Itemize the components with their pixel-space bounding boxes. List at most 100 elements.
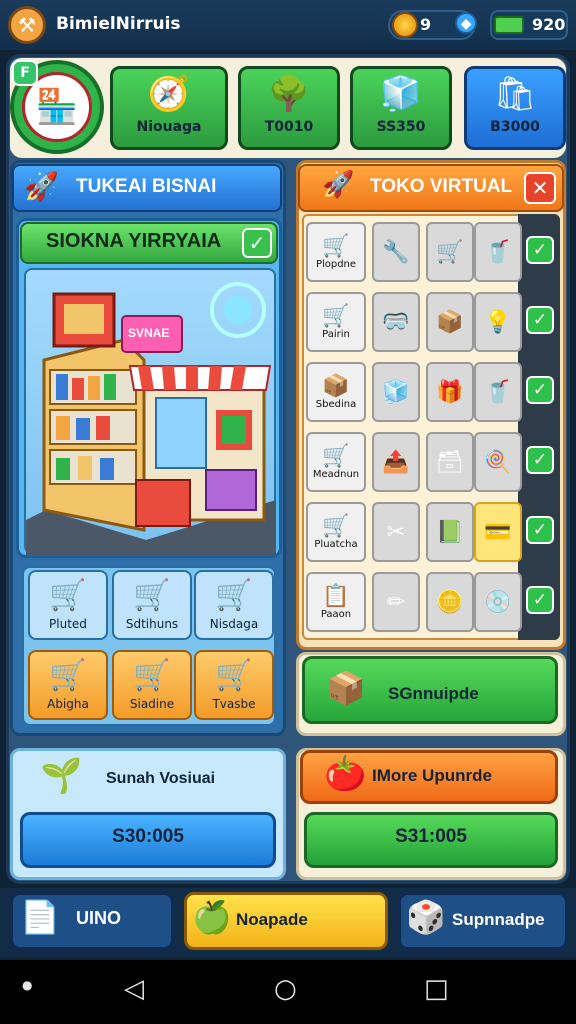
header-card-ss350[interactable]: 🧊 SS350 <box>350 66 452 150</box>
crate-icon: 📤 <box>382 449 410 475</box>
cart-option-tvasbe[interactable]: 🛒 Tvasbe <box>194 650 274 720</box>
wrench-icon: 🔧 <box>382 239 410 265</box>
cart-option-nisdaga[interactable]: 🛒 Nisdaga <box>194 570 274 640</box>
store-sign: SVNAE <box>128 326 170 340</box>
box-icon: 📦 <box>436 309 464 335</box>
bottom-left-price: S30:005 <box>112 826 184 847</box>
cart-option-label: Pluted <box>49 617 87 631</box>
cart-icon: 🛒 <box>215 658 253 693</box>
cart-icon: 🛒 <box>436 239 464 265</box>
compass-icon: 🧭 <box>147 74 191 114</box>
box-icon: 🧊 <box>382 379 410 405</box>
cart-option-abigha[interactable]: 🛒 Abigha <box>28 650 108 720</box>
check-icon[interactable]: ✓ <box>526 586 554 614</box>
bottom-right-price: S31:005 <box>395 826 467 847</box>
more-upgrade-label: IMore Upunrde <box>372 766 492 785</box>
cart-icon: 🛒 <box>322 304 350 329</box>
check-icon[interactable]: ✓ <box>526 236 554 264</box>
item-slot[interactable]: 🪙 <box>426 572 474 632</box>
dot-icon: ● <box>22 978 33 992</box>
bulb-icon: 💡 <box>484 309 512 335</box>
header-card-t0010[interactable]: 🌳 T0010 <box>238 66 340 150</box>
header-card-label: Niouaga <box>136 119 202 135</box>
item-slot[interactable]: ✏ <box>372 572 420 632</box>
book-icon: 📗 <box>436 519 464 545</box>
cart-option-sdtihuns[interactable]: 🛒 Sdtihuns <box>112 570 192 640</box>
item-row-sbedina[interactable]: 📦 Sbedina <box>306 362 366 422</box>
back-icon[interactable]: ◁ <box>124 974 144 1004</box>
item-slot[interactable]: 🥽 <box>372 292 420 352</box>
header-card-label: T0010 <box>264 119 314 135</box>
recents-icon[interactable]: □ <box>424 974 449 1004</box>
header-card-label: B3000 <box>490 119 540 135</box>
check-icon[interactable]: ✓ <box>242 228 272 258</box>
item-row-pairin[interactable]: 🛒 Pairin <box>306 292 366 352</box>
cart-icon: 🛒 <box>49 658 87 693</box>
check-icon[interactable]: ✓ <box>526 376 554 404</box>
cart-icon: 🛒 <box>133 658 171 693</box>
item-slot[interactable]: 📤 <box>372 432 420 492</box>
upgrade-label: SGnnuipde <box>388 684 479 703</box>
header-card-b3000[interactable]: 🛍 B3000 <box>464 66 566 150</box>
cart-option-label: Nisdaga <box>209 617 259 631</box>
battery-icon <box>494 16 524 34</box>
item-row-plopdne[interactable]: 🛒 Plopdne <box>306 222 366 282</box>
check-column <box>518 214 560 640</box>
item-slot[interactable]: 🛒 <box>426 222 474 282</box>
item-slot[interactable]: 💡 <box>474 292 522 352</box>
item-row-paaon[interactable]: 📋 Paaon <box>306 572 366 632</box>
item-row-label: Plopdne <box>315 259 357 270</box>
item-slot[interactable]: 🔧 <box>372 222 420 282</box>
item-slot[interactable]: 💳 <box>474 502 522 562</box>
gem-icon[interactable]: ◆ <box>455 12 477 34</box>
cup-icon: 🥤 <box>484 239 512 265</box>
home-icon[interactable]: ○ <box>274 974 297 1004</box>
coin-value: 9 <box>420 15 432 34</box>
item-slot[interactable]: 🗃 <box>426 432 474 492</box>
header-card-niouaga[interactable]: 🧭 Niouaga <box>110 66 228 150</box>
tomato-icon: 🍅 <box>324 754 367 794</box>
lollipop-icon: 🍭 <box>484 449 512 475</box>
rocket-icon: 🚀 <box>24 170 59 203</box>
item-row-pluatcha[interactable]: 🛒 Pluatcha <box>306 502 366 562</box>
cart-icon: 🛒 <box>215 578 253 613</box>
goggles-icon: 🥽 <box>382 309 410 335</box>
item-slot[interactable]: 🥤 <box>474 362 522 422</box>
level-badge: F <box>12 60 38 86</box>
item-slot[interactable]: 🍭 <box>474 432 522 492</box>
item-slot[interactable]: 🧊 <box>372 362 420 422</box>
check-icon[interactable]: ✓ <box>526 516 554 544</box>
card-icon: 💳 <box>484 519 512 545</box>
cart-icon: 🛒 <box>322 234 350 259</box>
cart-icon: 🛒 <box>322 444 350 469</box>
package-icon: 🧊 <box>379 74 423 114</box>
store-illustration <box>24 268 276 556</box>
item-row-meadnun[interactable]: 🛒 Meadnun <box>306 432 366 492</box>
cart-option-pluted[interactable]: 🛒 Pluted <box>28 570 108 640</box>
item-slot[interactable]: 📗 <box>426 502 474 562</box>
cart-option-siadine[interactable]: 🛒 Siadine <box>112 650 192 720</box>
cart-icon: 🛒 <box>133 578 171 613</box>
item-row-label: Pairin <box>322 329 350 340</box>
coins-icon: 🪙 <box>436 589 464 615</box>
right-panel-title: TOKO VIRTUAL <box>370 176 513 197</box>
uino-label: UINO <box>76 908 121 928</box>
check-icon[interactable]: ✓ <box>526 446 554 474</box>
store-card-title: SIOKNA YIRRYAIA <box>46 230 222 252</box>
item-slot[interactable]: 🎁 <box>426 362 474 422</box>
bottom-left-label: Sunah Vosiuai <box>106 770 216 787</box>
cart-icon: 🛒 <box>49 578 87 613</box>
item-slot[interactable]: 💿 <box>474 572 522 632</box>
close-button[interactable]: ✕ <box>524 172 556 204</box>
disc-icon: 💿 <box>484 589 512 615</box>
tools-icon[interactable]: ⚒ <box>8 6 46 44</box>
item-slot[interactable]: ✂ <box>372 502 420 562</box>
left-panel-title: TUKEAI BISNAI <box>76 176 217 197</box>
item-slot[interactable]: 🥤 <box>474 222 522 282</box>
box-icon: 📦 <box>326 669 366 707</box>
cart-option-label: Siadine <box>129 697 175 711</box>
check-icon[interactable]: ✓ <box>526 306 554 334</box>
apple-icon: 🍏 <box>192 898 232 936</box>
item-slot[interactable]: 📦 <box>426 292 474 352</box>
bag-icon: 🛍 <box>493 74 537 114</box>
